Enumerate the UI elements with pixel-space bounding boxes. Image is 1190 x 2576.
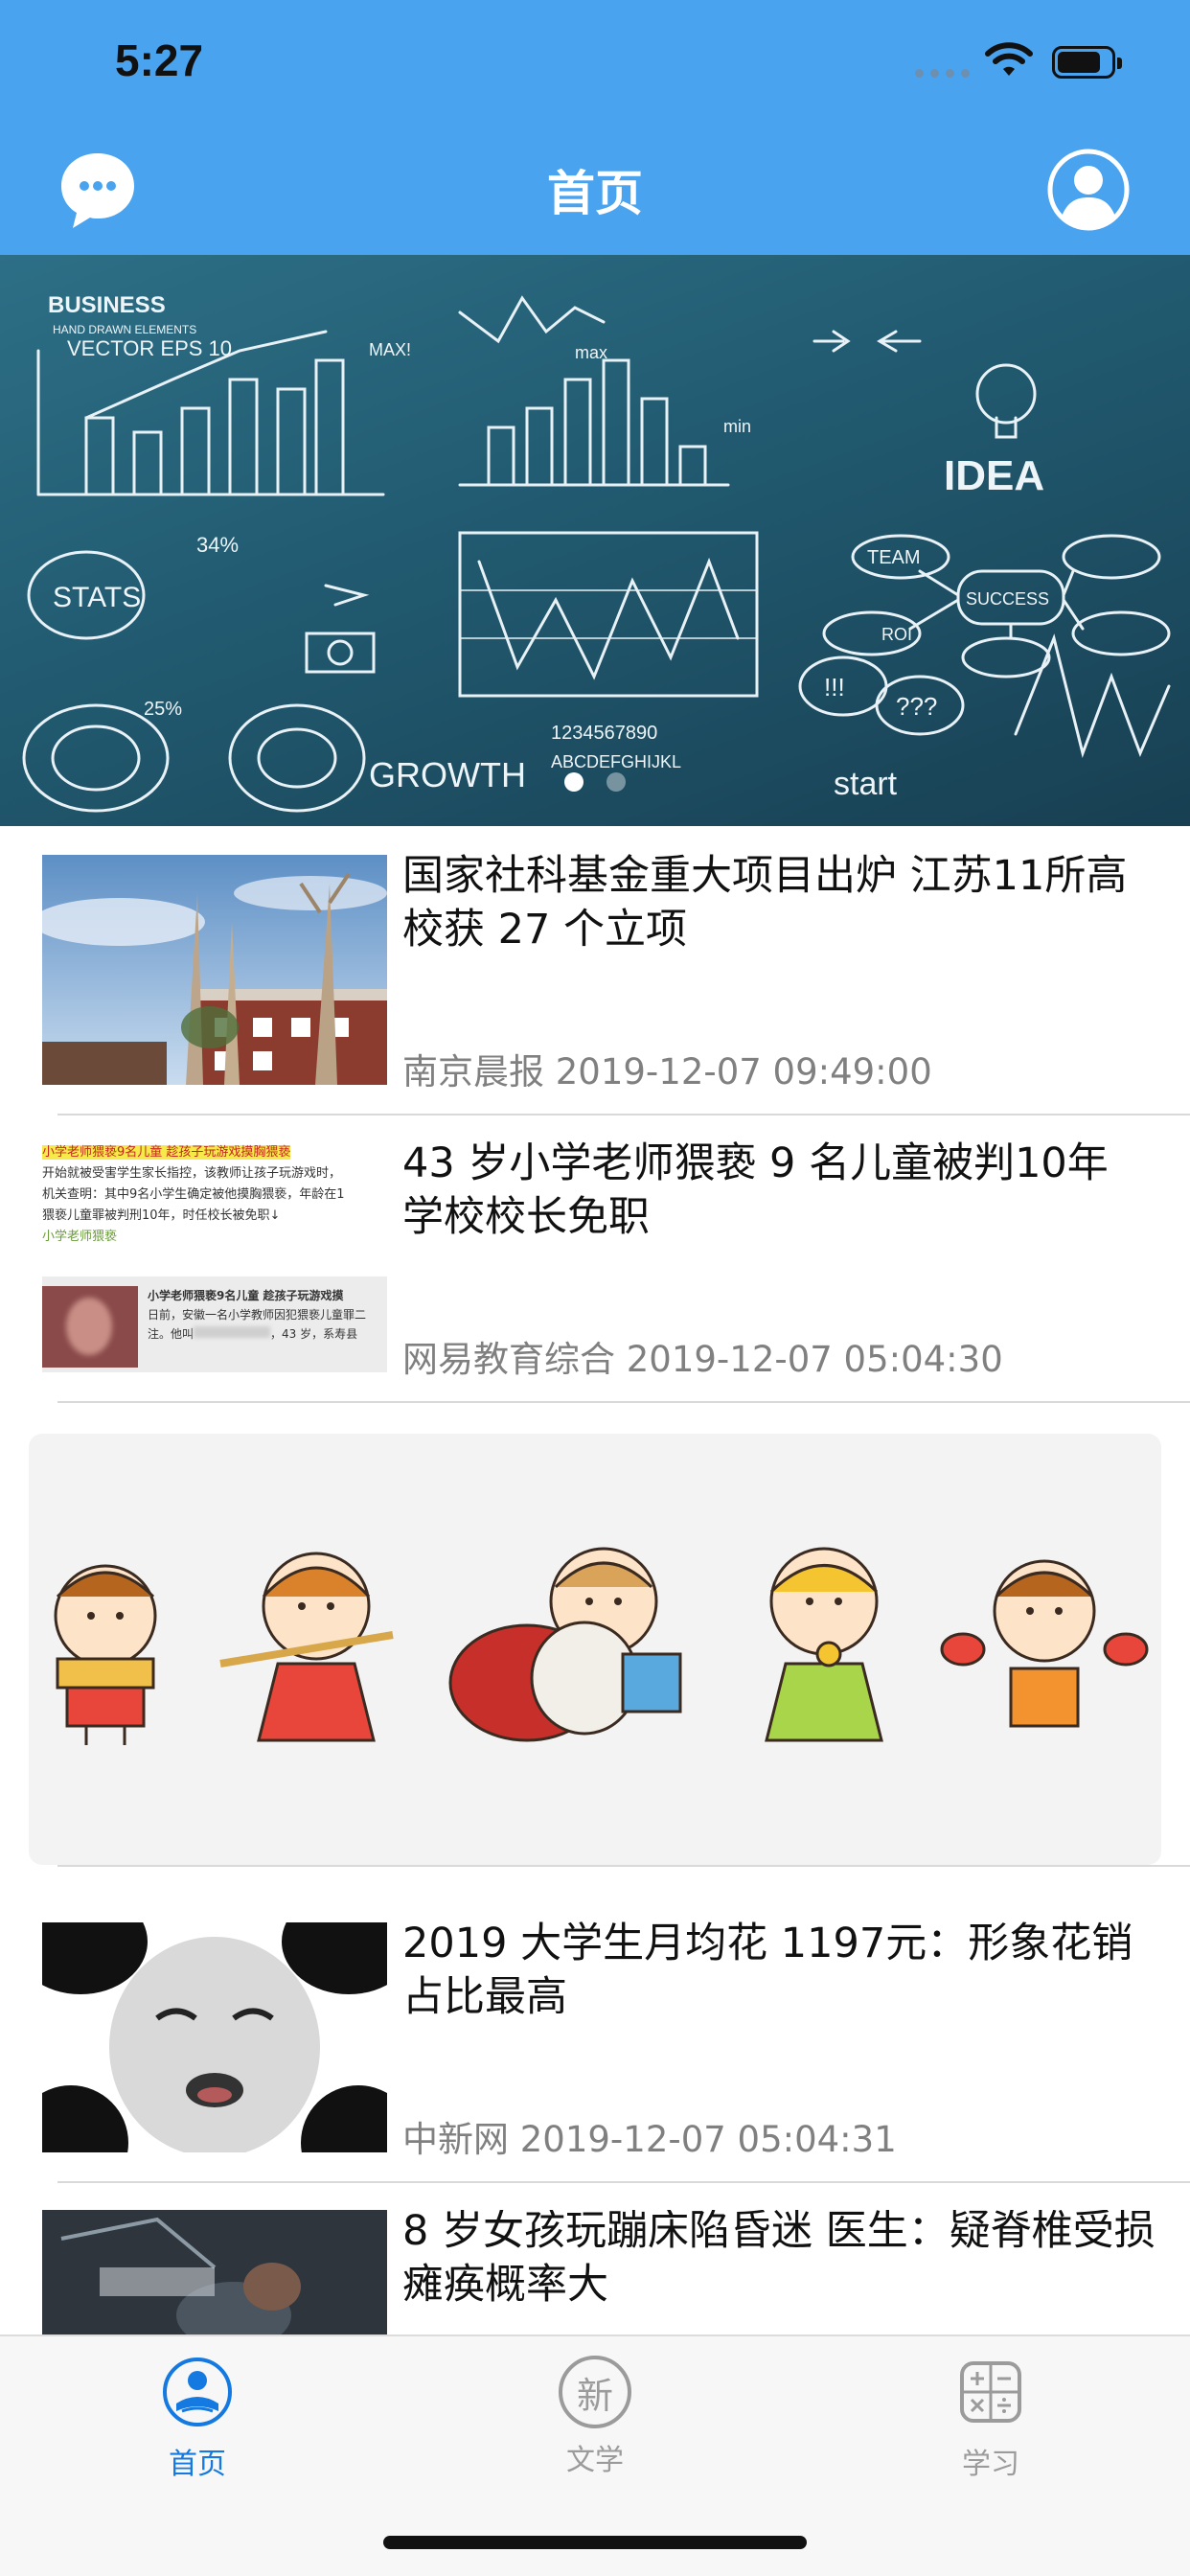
- news-title[interactable]: 8 岁女孩玩蹦床陷昏迷 医生：疑脊椎受损 瘫痪概率大: [402, 2210, 1159, 2312]
- divider: [57, 1865, 1190, 1867]
- thumb-headline: 小学老师猥亵9名儿童 趁孩子玩游戏摸胸猥亵: [42, 1145, 291, 1160]
- news-source: 网易教育综合: [402, 1339, 615, 1380]
- thumb-card-body-3: ，43 岁，系寿县: [270, 1327, 358, 1341]
- tab-label: 文学: [566, 2444, 624, 2477]
- home-indicator[interactable]: [383, 2536, 807, 2549]
- news-thumbnail: [42, 855, 387, 1085]
- tab-study[interactable]: 学习: [895, 2356, 1087, 2482]
- banner-text-question: ???: [896, 692, 937, 721]
- tab-label: 学习: [962, 2448, 1019, 2481]
- news-item[interactable]: 小学老师猥亵9名儿童 趁孩子玩游戏摸胸猥亵 开始就被受害学生家长指控，该教师让孩…: [0, 1139, 1190, 1411]
- banner-text-vector: VECTOR EPS 10: [67, 336, 232, 360]
- banner-text-numbers: 1234567890: [551, 723, 657, 744]
- thumb-card-body: 日前，安徽一名小学教师因犯猥亵儿童罪二: [148, 1308, 367, 1322]
- news-item[interactable]: 8 岁女孩玩蹦床陷昏迷 医生：疑脊椎受损 瘫痪概率大: [0, 2210, 1190, 2344]
- news-meta: 南京晨报 2019-12-07 09:49:00: [402, 1043, 932, 1094]
- news-time: 2019-12-07 09:49:00: [555, 1051, 932, 1092]
- banner-text-success: SUCCESS: [966, 589, 1049, 609]
- thumb-line-2: 机关查明：其中9名小学生确定被他摸胸猥亵，年龄在1: [42, 1187, 345, 1202]
- news-meta: 中新网 2019-12-07 05:04:31: [402, 2110, 897, 2162]
- carousel-dot-2[interactable]: [606, 772, 626, 792]
- page-title: 首页: [547, 166, 643, 221]
- banner-text-alphabet: ABCDEFGHIJKL: [551, 752, 681, 771]
- news-item[interactable]: 2019 大学生月均花 1197元：形象花销占比最高 中新网 2019-12-0…: [0, 1920, 1190, 2191]
- thumb-card-body-2: 注。他叫: [148, 1327, 195, 1341]
- banner-text-max: MAX!: [369, 340, 411, 359]
- thumb-card-title: 小学老师猥亵9名儿童 趁孩子玩游戏摸: [148, 1289, 344, 1302]
- wifi-icon: [985, 42, 1033, 76]
- tab-home[interactable]: 首页: [102, 2356, 293, 2482]
- news-time: 2019-12-07 05:04:31: [519, 2119, 897, 2160]
- illustration-card[interactable]: [29, 1434, 1161, 1865]
- tab-literature[interactable]: 新 文学: [499, 2356, 691, 2478]
- news-time: 2019-12-07 05:04:30: [626, 1339, 1003, 1380]
- carousel-page-indicator[interactable]: [0, 772, 1190, 792]
- reader-home-icon: [163, 2358, 232, 2426]
- divider: [57, 1401, 1190, 1403]
- news-source: 南京晨报: [402, 1051, 544, 1092]
- banner-text-25: 25%: [144, 699, 182, 720]
- xin-glyph: 新: [576, 2374, 613, 2417]
- thumb-tag: 小学老师猥亵: [42, 1230, 118, 1244]
- banner-text-idea: IDEA: [944, 452, 1044, 499]
- divider: [57, 1114, 1190, 1116]
- news-source: 中新网: [402, 2119, 509, 2160]
- news-meta: 网易教育综合 2019-12-07 05:04:30: [402, 1330, 1003, 1382]
- xin-circle-icon: 新: [559, 2356, 631, 2428]
- children-band-illustration: [54, 1547, 1149, 1745]
- user-profile-icon[interactable]: [1046, 148, 1131, 232]
- banner-text-stats: STATS: [53, 582, 141, 613]
- banner-text-business: BUSINESS: [48, 292, 166, 318]
- top-bar: 5:27 首页: [0, 0, 1190, 255]
- banner-text-max-small: max: [575, 343, 607, 362]
- news-item[interactable]: 国家社科基金重大项目出炉 江苏11所高校获 27 个立项 南京晨报 2019-1…: [0, 852, 1190, 1123]
- banner-image: BUSINESS HAND DRAWN ELEMENTS VECTOR EPS …: [22, 292, 1171, 813]
- news-title[interactable]: 2019 大学生月均花 1197元：形象花销占比最高: [402, 1917, 1159, 2024]
- news-title[interactable]: 国家社科基金重大项目出炉 江苏11所高校获 27 个立项: [402, 849, 1159, 956]
- banner-carousel[interactable]: BUSINESS HAND DRAWN ELEMENTS VECTOR EPS …: [0, 255, 1190, 826]
- banner-text-team: TEAM: [867, 547, 921, 568]
- divider: [57, 2181, 1190, 2183]
- battery-icon: [1052, 46, 1122, 79]
- status-time: 5:27: [115, 35, 204, 85]
- banner-text-34: 34%: [196, 533, 239, 557]
- thumb-line-3: 猥亵儿童罪被判刑10年，时任校长被免职↓: [42, 1208, 281, 1223]
- news-thumbnail: [42, 2210, 387, 2344]
- banner-text-exclaim: !!!: [824, 673, 845, 702]
- news-title[interactable]: 43 岁小学老师猥亵 9 名儿童被判10年 学校校长免职: [402, 1137, 1159, 1244]
- calculator-icon: [960, 2361, 1021, 2423]
- cellular-signal-icon: [915, 69, 970, 78]
- banner-text-min: min: [723, 417, 751, 436]
- tab-label: 首页: [169, 2448, 226, 2481]
- banner-text-hand-drawn: HAND DRAWN ELEMENTS: [53, 323, 196, 336]
- news-thumbnail: [42, 1922, 387, 2152]
- carousel-dot-1[interactable]: [564, 772, 584, 792]
- news-thumbnail: 小学老师猥亵9名儿童 趁孩子玩游戏摸胸猥亵 开始就被受害学生家长指控，该教师让孩…: [42, 1142, 387, 1372]
- banner-text-roi: ROI: [881, 625, 912, 644]
- thumb-line-1: 开始就被受害学生家长指控，该教师让孩子玩游戏时，: [42, 1166, 342, 1181]
